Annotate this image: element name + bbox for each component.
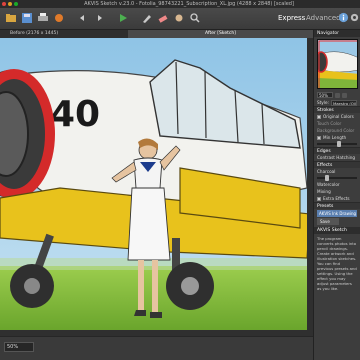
effects-section[interactable]: Effects: [314, 161, 360, 168]
save-preset-button[interactable]: Save: [317, 218, 339, 225]
preset-select[interactable]: AKVIS Ink Drawing (Crosshatching): [317, 210, 357, 217]
min-length-checkbox[interactable]: [317, 135, 321, 140]
main-toolbar: Express Advanced: [0, 8, 360, 30]
eraser-icon[interactable]: [156, 11, 170, 25]
window-controls: [2, 2, 18, 6]
tab-before[interactable]: Before (2176 x 1445): [0, 30, 128, 38]
style-select[interactable]: Maestro (Oil): [330, 99, 357, 106]
help-title: AKVIS Sketch: [314, 227, 360, 234]
original-colors-checkbox[interactable]: [317, 114, 321, 119]
strokes-section[interactable]: Strokes: [314, 106, 360, 113]
navigator-thumbnail[interactable]: [317, 39, 358, 89]
min-length-label: Min Length: [323, 135, 347, 140]
advanced-mode-tab[interactable]: Advanced: [306, 14, 341, 22]
navigator-title: Navigator: [314, 30, 360, 37]
print-icon[interactable]: [36, 11, 50, 25]
express-mode-tab[interactable]: Express: [278, 14, 305, 22]
contrast-hatching-label: Contrast Hatching: [317, 155, 356, 160]
navigator-zoom-field[interactable]: 50%: [317, 92, 333, 98]
redo-icon[interactable]: [92, 11, 106, 25]
mixing-label: Mixing: [317, 189, 331, 194]
image-tabs: Before (2176 x 1445) After [Sketch]: [0, 30, 313, 38]
settings-panel: Navigator 50% Style: Maestro (Oil) Strok…: [313, 30, 360, 360]
app-window: AKVIS Sketch v.23.0 - Fotolia_98743221_S…: [0, 0, 360, 360]
background-color-label: Background Color: [317, 128, 355, 133]
minimize-window-button[interactable]: [8, 2, 12, 6]
strokes-slider[interactable]: [317, 141, 357, 147]
hand-icon[interactable]: [172, 11, 186, 25]
share-icon[interactable]: [52, 11, 66, 25]
info-icon[interactable]: [338, 12, 349, 23]
run-icon[interactable]: [116, 11, 130, 25]
zoom-out-button[interactable]: [335, 92, 340, 98]
canvas-zoom-field[interactable]: 50%: [4, 342, 34, 352]
zoom-in-button[interactable]: [342, 92, 347, 98]
charcoal-label: Charcoal: [317, 169, 336, 174]
extra-effects-checkbox[interactable]: [317, 196, 321, 201]
edges-section[interactable]: Edges: [314, 147, 360, 154]
sketch-artwork: 40: [0, 38, 307, 330]
extra-effects-label: Extra Effects: [323, 196, 350, 201]
window-title: AKVIS Sketch v.23.0 - Fotolia_98743221_S…: [84, 1, 294, 7]
plane-number: 40: [50, 94, 100, 135]
style-label: Style:: [317, 100, 329, 105]
original-colors-label: Original Colors: [323, 114, 354, 119]
watercolor-label: Watercolor: [317, 182, 340, 187]
charcoal-slider[interactable]: [317, 175, 357, 181]
zoom-icon[interactable]: [188, 11, 202, 25]
undo-icon[interactable]: [76, 11, 90, 25]
touch-color-label: Touch Color: [317, 121, 342, 126]
style-row: Style: Maestro (Oil): [314, 99, 360, 106]
title-bar: AKVIS Sketch v.23.0 - Fotolia_98743221_S…: [0, 0, 360, 8]
open-file-icon[interactable]: [4, 11, 18, 25]
brush-icon[interactable]: [140, 11, 154, 25]
close-window-button[interactable]: [2, 2, 6, 6]
tab-after[interactable]: After [Sketch]: [128, 30, 313, 38]
settings-gear-icon[interactable]: [349, 12, 360, 23]
presets-section[interactable]: Presets: [314, 202, 360, 209]
image-canvas[interactable]: 40: [0, 38, 307, 330]
save-file-icon[interactable]: [20, 11, 34, 25]
help-text: The program converts photos into pencil …: [317, 236, 357, 291]
status-bar: 50%: [0, 336, 313, 360]
